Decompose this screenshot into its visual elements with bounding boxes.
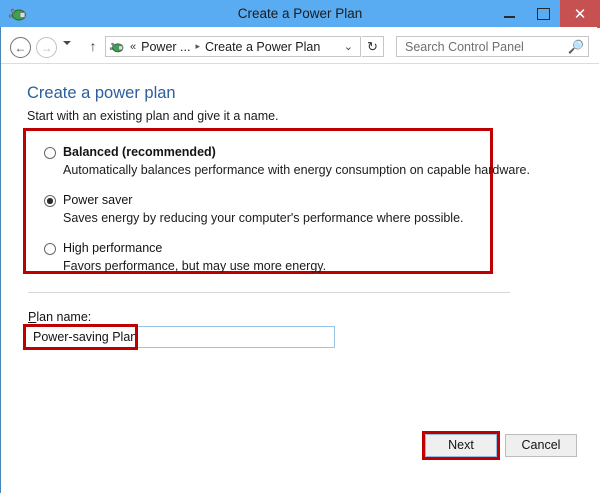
next-button[interactable]: Next: [425, 434, 497, 457]
address-bar[interactable]: « Power ... ▸ Create a Power Plan ⌄: [105, 36, 361, 57]
search-input[interactable]: [403, 38, 568, 55]
radio-icon-balanced[interactable]: [44, 147, 56, 159]
search-box[interactable]: 🔍: [396, 36, 589, 57]
maximize-icon: [536, 8, 550, 20]
section-divider: [28, 292, 510, 293]
radio-icon-power-saver[interactable]: [44, 195, 56, 207]
page-subtitle: Start with an existing plan and give it …: [27, 109, 279, 123]
up-button[interactable]: ↑: [84, 37, 102, 55]
plan-option-balanced-description: Automatically balances performance with …: [63, 163, 530, 177]
close-icon: ✕: [573, 5, 587, 23]
breadcrumb-segment-power[interactable]: Power ...: [141, 40, 190, 54]
minimize-icon: [503, 16, 515, 18]
window-controls: ✕: [492, 0, 600, 28]
plan-option-high-performance-label: High performance: [63, 241, 163, 255]
forward-button[interactable]: →: [36, 37, 57, 58]
refresh-button[interactable]: ↻: [362, 36, 384, 57]
plan-name-label-rest: lan name:: [36, 310, 92, 324]
plan-options-highlight-box: Balanced (recommended) Automatically bal…: [23, 128, 530, 274]
breadcrumb-separator-icon[interactable]: ▸: [195, 41, 200, 52]
title-bar: Create a Power Plan ✕: [0, 0, 600, 28]
plan-option-high-performance-description: Favors performance, but may use more ene…: [63, 259, 327, 273]
radio-icon-high-performance[interactable]: [44, 243, 56, 255]
maximize-button[interactable]: [526, 0, 560, 28]
address-power-plug-icon: [109, 39, 125, 55]
plan-option-power-saver-label: Power saver: [63, 193, 133, 207]
create-power-plan-window: Create a Power Plan ✕ ← → ↑ « Power ... …: [0, 0, 600, 501]
page-title: Create a power plan: [27, 84, 176, 102]
breadcrumb-overflow-icon[interactable]: «: [130, 41, 136, 53]
plan-name-label: Plan name:: [28, 310, 91, 324]
breadcrumb-segment-create-a-power-plan[interactable]: Create a Power Plan: [205, 40, 320, 54]
address-dropdown-icon[interactable]: ⌄: [344, 40, 353, 53]
search-icon[interactable]: 🔍: [568, 39, 584, 55]
back-arrow-icon: ←: [14, 40, 27, 55]
plan-option-balanced-label: Balanced (recommended): [63, 145, 216, 159]
plan-name-input[interactable]: [25, 326, 335, 348]
back-button[interactable]: ←: [10, 37, 31, 58]
up-arrow-icon: ↑: [89, 38, 97, 54]
navigation-bar: ← → ↑ « Power ... ▸ Create a Power Plan: [1, 28, 599, 64]
content-area: Create a power plan Start with an existi…: [1, 64, 598, 493]
plan-option-power-saver-description: Saves energy by reducing your computer's…: [63, 211, 464, 225]
cancel-button[interactable]: Cancel: [505, 434, 577, 457]
close-button[interactable]: ✕: [560, 0, 600, 28]
recent-pages-dropdown-icon[interactable]: [63, 41, 71, 45]
refresh-icon: ↻: [367, 38, 378, 54]
minimize-button[interactable]: [492, 0, 526, 28]
forward-arrow-icon: →: [40, 40, 53, 55]
